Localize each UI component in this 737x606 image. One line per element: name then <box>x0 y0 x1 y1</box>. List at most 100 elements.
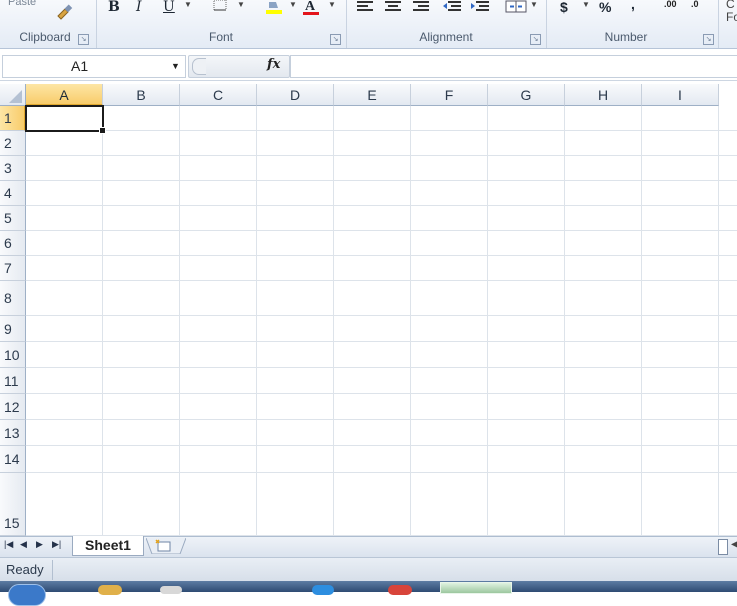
column-gridline <box>256 106 257 536</box>
previous-sheet-icon[interactable]: ◀ <box>20 539 27 550</box>
last-sheet-icon[interactable]: ▶| <box>52 539 61 550</box>
decrease-indent-icon[interactable] <box>442 0 462 15</box>
column-gridline <box>102 106 103 536</box>
select-all-corner[interactable] <box>0 84 26 106</box>
active-cell[interactable] <box>25 105 106 134</box>
insert-sheet-tab[interactable] <box>145 537 187 555</box>
first-sheet-icon[interactable]: |◀ <box>4 539 13 550</box>
clipboard-launcher-icon[interactable]: ↘ <box>78 34 89 45</box>
column-header-e[interactable]: E <box>334 84 411 106</box>
worksheet-grid[interactable]: ABCDEFGHI 1 2 3 4 5 6 7 8 9 10 11 12 13 14 15 <box>0 84 737 536</box>
underline-dropdown-icon[interactable]: ▼ <box>184 0 192 9</box>
increase-indent-icon[interactable] <box>470 0 490 15</box>
merge-center-icon[interactable] <box>505 0 527 16</box>
column-gridline <box>641 106 642 536</box>
column-gridline <box>333 106 334 536</box>
alignment-launcher-icon[interactable]: ↘ <box>530 34 541 45</box>
row-gridline <box>26 180 737 181</box>
excel-taskbar-button[interactable] <box>440 582 512 594</box>
bold-button[interactable]: B <box>108 0 120 16</box>
paste-button-label[interactable]: Paste <box>8 0 36 8</box>
row-header-1[interactable]: 1 <box>0 106 26 131</box>
row-header-10[interactable]: 10 <box>0 342 26 368</box>
row-header-13[interactable]: 13 <box>0 420 26 446</box>
column-header-d[interactable]: D <box>257 84 334 106</box>
align-left-icon[interactable] <box>356 0 374 15</box>
row-gridline <box>26 315 737 316</box>
row-gridline <box>26 280 737 281</box>
percent-button[interactable]: % <box>599 0 611 16</box>
font-launcher-icon[interactable]: ↘ <box>330 34 341 45</box>
conditional-formatting-cutoff-label[interactable]: C Fo <box>726 0 737 24</box>
fill-color-icon[interactable] <box>264 0 286 14</box>
column-header-g[interactable]: G <box>488 84 565 106</box>
start-orb-icon[interactable] <box>8 584 46 606</box>
format-painter-icon[interactable] <box>54 2 74 22</box>
name-box[interactable]: A1 ▼ <box>2 55 186 78</box>
row-gridline <box>26 205 737 206</box>
expand-formula-handle[interactable] <box>192 58 206 75</box>
column-gridline <box>487 106 488 536</box>
column-header-h[interactable]: H <box>565 84 642 106</box>
row-gridline <box>26 393 737 394</box>
borders-dropdown-icon[interactable]: ▼ <box>237 0 245 9</box>
row-gridline <box>26 419 737 420</box>
next-sheet-icon[interactable]: ▶ <box>36 539 43 550</box>
row-gridline <box>26 472 737 473</box>
merge-dropdown-icon[interactable]: ▼ <box>530 0 538 9</box>
fill-color-dropdown-icon[interactable]: ▼ <box>289 0 297 9</box>
currency-dropdown-icon[interactable]: ▼ <box>582 0 590 9</box>
decrease-decimal-button[interactable]: .0 <box>691 0 699 9</box>
column-gridline <box>410 106 411 536</box>
row-gridline <box>26 445 737 446</box>
app-taskbar-icon[interactable] <box>160 586 182 594</box>
explorer-taskbar-icon[interactable] <box>98 585 122 595</box>
group-separator <box>718 0 719 48</box>
row-header-5[interactable]: 5 <box>0 206 26 231</box>
column-header-f[interactable]: F <box>411 84 488 106</box>
row-header-14[interactable]: 14 <box>0 446 26 473</box>
font-color-dropdown-icon[interactable]: ▼ <box>328 0 336 9</box>
name-box-value: A1 <box>71 58 89 74</box>
fill-handle[interactable] <box>99 127 106 134</box>
row-header-3[interactable]: 3 <box>0 156 26 181</box>
tab-sheet1[interactable]: Sheet1 <box>72 536 144 556</box>
increase-decimal-button[interactable]: .00 <box>664 0 677 9</box>
align-center-icon[interactable] <box>384 0 402 15</box>
tab-split-handle[interactable] <box>718 539 728 555</box>
borders-icon[interactable] <box>212 0 230 12</box>
row-header-6[interactable]: 6 <box>0 231 26 256</box>
formula-input[interactable] <box>290 55 737 78</box>
row-header-12[interactable]: 12 <box>0 394 26 420</box>
number-launcher-icon[interactable]: ↘ <box>703 34 714 45</box>
row-header-9[interactable]: 9 <box>0 316 26 342</box>
media-taskbar-icon[interactable] <box>388 585 412 595</box>
row-header-8[interactable]: 8 <box>0 281 26 316</box>
formula-tools: fx <box>188 55 290 78</box>
currency-button[interactable]: $ <box>560 0 568 16</box>
insert-function-button[interactable]: fx <box>267 57 280 72</box>
row-gridline <box>26 341 737 342</box>
horizontal-scroll-arrow-icon[interactable]: ◀ <box>731 539 737 550</box>
column-gridline <box>718 106 719 536</box>
name-box-dropdown-icon[interactable]: ▼ <box>171 61 180 71</box>
underline-button[interactable]: U <box>163 0 175 16</box>
row-header-11[interactable]: 11 <box>0 368 26 394</box>
row-gridline <box>26 155 737 156</box>
row-header-2[interactable]: 2 <box>0 131 26 156</box>
clipboard-group-label: Clipboard <box>19 30 71 44</box>
column-header-i[interactable]: I <box>642 84 719 106</box>
align-right-icon[interactable] <box>412 0 430 15</box>
row-header-4[interactable]: 4 <box>0 181 26 206</box>
row-header-15[interactable]: 15 <box>0 473 26 536</box>
number-group-label: Number <box>604 30 648 44</box>
column-header-c[interactable]: C <box>180 84 257 106</box>
comma-button[interactable]: , <box>631 0 635 13</box>
font-color-bar <box>303 12 319 15</box>
row-header-7[interactable]: 7 <box>0 256 26 281</box>
column-header-a[interactable]: A <box>26 84 103 106</box>
column-header-b[interactable]: B <box>103 84 180 106</box>
browser-taskbar-icon[interactable] <box>312 585 334 595</box>
italic-button[interactable]: I <box>136 0 142 16</box>
status-separator <box>52 560 53 580</box>
